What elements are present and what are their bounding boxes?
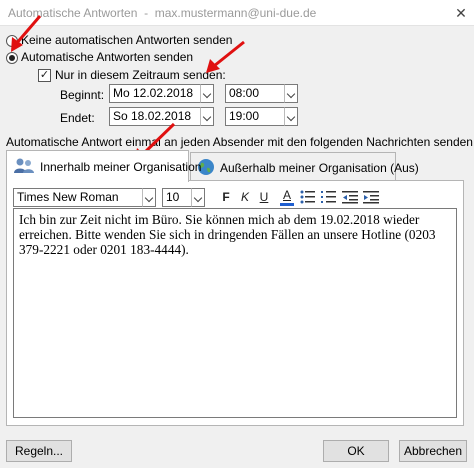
- tab-inside-label: Innerhalb meiner Organisation: [40, 160, 202, 174]
- annotation-arrows: [11, 15, 245, 162]
- people-icon: [14, 158, 34, 173]
- annotation-arrow: [206, 40, 245, 73]
- annotation-arrow: [11, 15, 42, 52]
- tab-inside-organisation[interactable]: Innerhalb meiner Organisation: [6, 150, 201, 182]
